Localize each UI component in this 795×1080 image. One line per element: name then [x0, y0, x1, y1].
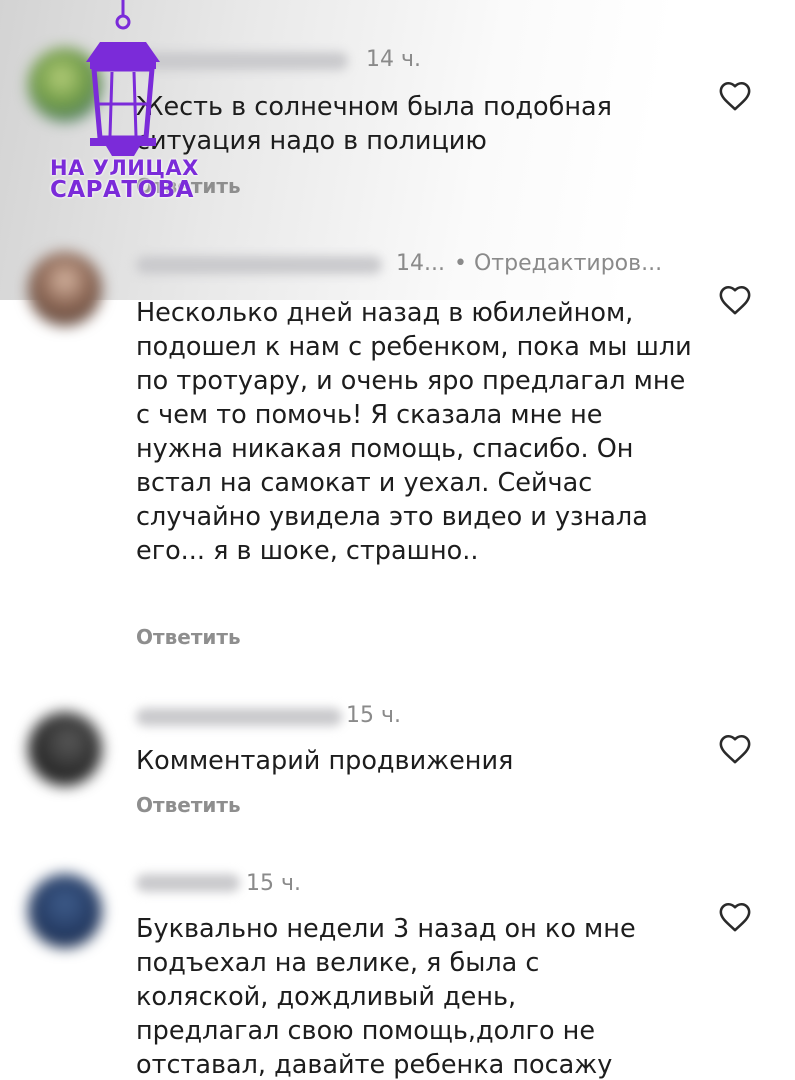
comment-time: 15 ч. [346, 703, 401, 728]
watermark-line-1: НА УЛИЦАХ [50, 156, 199, 180]
edited-label: • Отредактиров... [454, 251, 663, 276]
username[interactable] [136, 256, 382, 274]
heart-icon[interactable] [718, 733, 752, 765]
watermark-line-2: САРАТОВА [50, 177, 194, 203]
comment-time: 15 ч. [246, 871, 301, 896]
username[interactable] [136, 708, 342, 726]
comment-text: Несколько дней назад в юбилейном, подоше… [136, 298, 692, 566]
avatar[interactable] [28, 712, 102, 786]
reply-button[interactable]: Ответить [136, 793, 241, 817]
comment-time: 14 ч. [366, 47, 421, 72]
heart-icon[interactable] [718, 80, 752, 112]
reply-button[interactable]: Ответить [136, 625, 241, 649]
avatar[interactable] [28, 252, 102, 326]
comment-time: 14... [396, 251, 445, 276]
username[interactable] [136, 874, 240, 892]
heart-icon[interactable] [718, 284, 752, 316]
heart-icon[interactable] [718, 901, 752, 933]
comment-text: Буквально недели 3 назад он ко мне подъе… [136, 914, 636, 1080]
comment-text: Комментарий продвижения [136, 746, 514, 776]
avatar[interactable] [28, 874, 102, 948]
